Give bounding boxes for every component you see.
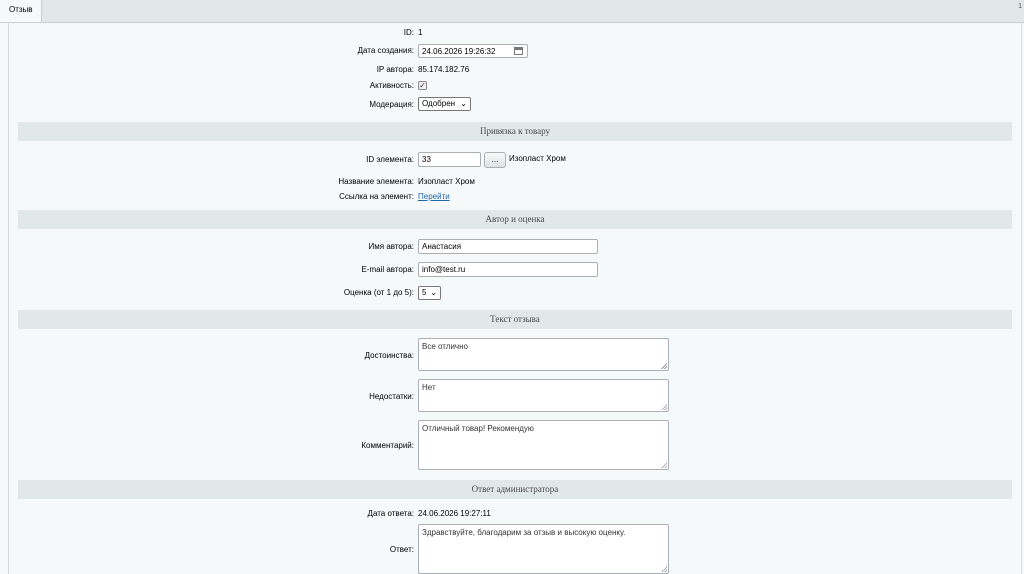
element-id-value: 33 xyxy=(422,155,431,164)
rating-label: Оценка (от 1 до 5): xyxy=(343,288,414,297)
rating-value: 5 xyxy=(422,288,427,297)
resize-handle-icon[interactable] xyxy=(661,566,667,572)
ip-value: 85.174.182.76 xyxy=(418,65,470,74)
author-email-input[interactable]: info@test.ru xyxy=(418,262,598,277)
author-name-label: Имя автора: xyxy=(368,242,414,251)
answer-date-label: Дата ответа: xyxy=(367,509,414,518)
resize-handle-icon[interactable] xyxy=(661,404,667,410)
active-label: Активность: xyxy=(369,81,414,90)
tab-review[interactable]: Отзыв xyxy=(0,0,42,22)
author-email-label: E-mail автора: xyxy=(361,265,414,274)
corner-indicator: 1 xyxy=(1018,3,1022,10)
author-email-value: info@test.ru xyxy=(422,265,466,274)
ip-label: IP автора: xyxy=(376,65,414,74)
section-text-header: Текст отзыва xyxy=(18,310,1012,329)
cons-value: Нет xyxy=(422,383,436,392)
author-name-value: Анастасия xyxy=(422,242,462,251)
author-name-input[interactable]: Анастасия xyxy=(418,239,598,254)
moderation-label: Модерация: xyxy=(369,100,414,109)
element-id-input[interactable]: 33 xyxy=(418,152,481,167)
element-id-label: ID элемента: xyxy=(366,155,414,164)
answer-value: Здравствуйте, благодарим за отзыв и высо… xyxy=(422,528,626,537)
section-author-header: Автор и оценка xyxy=(18,210,1012,229)
active-checkbox[interactable]: ✓ xyxy=(418,81,427,90)
moderation-value: Одобрен xyxy=(422,99,456,108)
pros-value: Все отлично xyxy=(422,342,468,351)
comment-label: Комментарий: xyxy=(361,441,414,450)
section-admin-header: Ответ администратора xyxy=(18,480,1012,499)
element-link-label: Ссылка на элемент: xyxy=(339,192,414,201)
id-label: ID: xyxy=(403,28,414,37)
rating-select[interactable]: 5 ⌄ xyxy=(418,286,441,300)
answer-textarea[interactable]: Здравствуйте, благодарим за отзыв и высо… xyxy=(418,524,669,574)
top-tab-bar: Отзыв 1 xyxy=(0,0,1024,23)
chevron-down-icon: ⌄ xyxy=(460,99,467,108)
element-name-label: Название элемента: xyxy=(338,177,414,186)
comment-textarea[interactable]: Отличный товар! Рекомендую xyxy=(418,420,669,470)
created-date-label: Дата создания: xyxy=(357,46,414,55)
pros-label: Достоинства: xyxy=(364,351,414,360)
cons-textarea[interactable]: Нет xyxy=(418,379,669,412)
pros-textarea[interactable]: Все отлично xyxy=(418,338,669,371)
check-icon: ✓ xyxy=(419,81,426,90)
created-date-value: 24.06.2026 19:26:32 xyxy=(422,47,496,56)
element-name-value: Изопласт Хром xyxy=(418,177,475,186)
resize-handle-icon[interactable] xyxy=(661,363,667,369)
cons-label: Недостатки: xyxy=(369,392,414,401)
chevron-down-icon: ⌄ xyxy=(430,288,437,297)
id-value: 1 xyxy=(418,28,423,37)
element-hint: Изопласт Хром xyxy=(509,154,566,163)
comment-value: Отличный товар! Рекомендую xyxy=(422,424,534,433)
answer-label: Ответ: xyxy=(389,545,414,554)
section-product-header: Привязка к товару xyxy=(18,122,1012,141)
browse-element-button[interactable]: ... xyxy=(484,152,506,168)
moderation-select[interactable]: Одобрен ⌄ xyxy=(418,97,471,111)
answer-date-value: 24.06.2026 19:27:11 xyxy=(418,509,491,518)
created-date-input[interactable]: 24.06.2026 19:26:32 xyxy=(418,44,528,58)
element-link[interactable]: Перейти xyxy=(418,192,450,201)
calendar-icon[interactable] xyxy=(514,47,523,55)
resize-handle-icon[interactable] xyxy=(661,462,667,468)
